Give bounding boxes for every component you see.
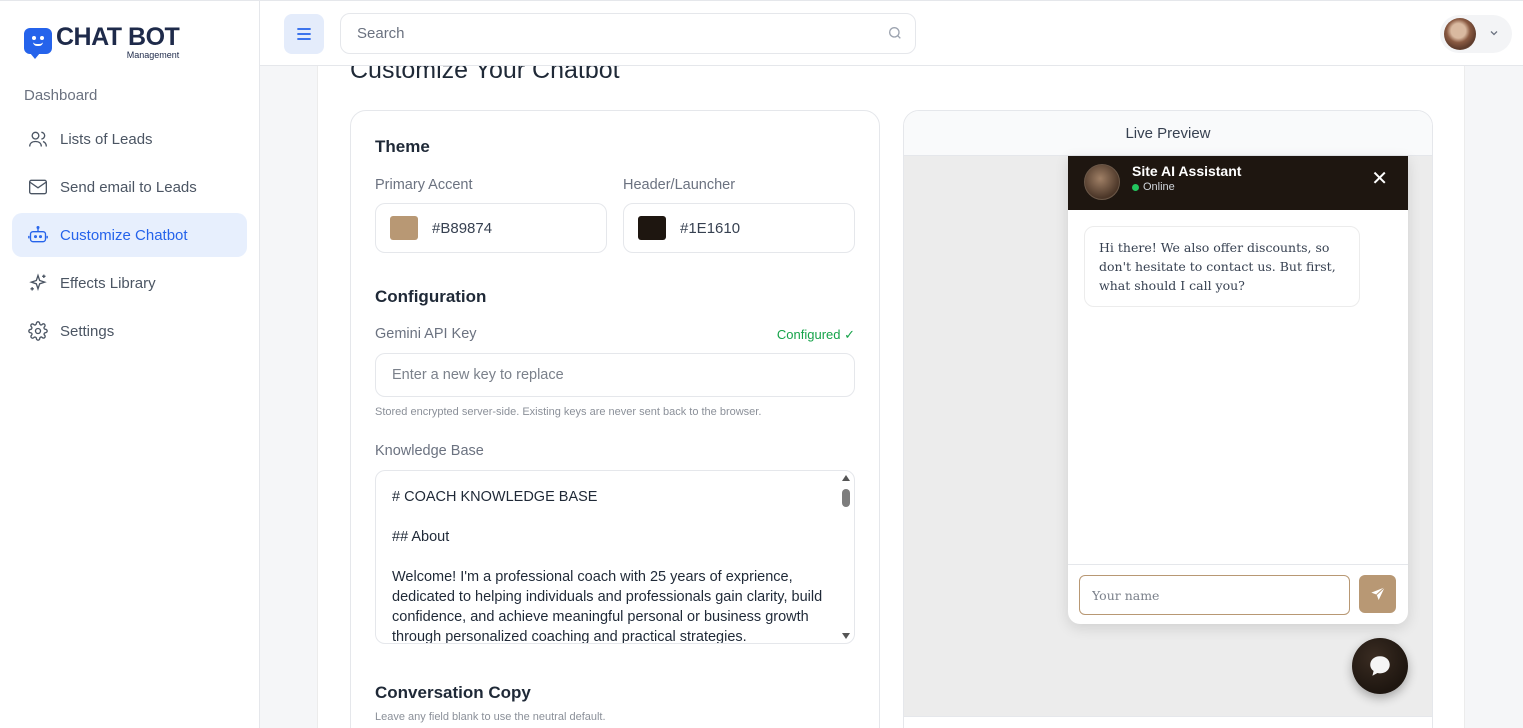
api-key-label: Gemini API Key	[375, 326, 477, 342]
configuration-title: Configuration	[375, 287, 487, 306]
theme-title: Theme	[375, 137, 430, 156]
header-launcher-label: Header/Launcher	[623, 177, 736, 193]
brand-subtitle: Management	[126, 50, 180, 60]
header-color-swatch[interactable]	[638, 216, 666, 240]
settings-card: Theme Primary Accent Header/Launcher #B8…	[350, 110, 880, 728]
preview-footer	[904, 716, 1432, 728]
close-icon[interactable]: ✕	[1371, 169, 1388, 189]
header-color-value[interactable]: #1E1610	[680, 220, 740, 237]
chat-header: Site AI Assistant Online ✕	[1068, 156, 1408, 210]
bot-name: Site AI Assistant	[1132, 163, 1242, 179]
chatbot-logo-icon	[24, 28, 52, 59]
app-logo[interactable]: CHAT BOT Management	[24, 23, 180, 60]
online-dot-icon	[1132, 183, 1139, 191]
scrollbar-thumb[interactable]	[842, 489, 850, 507]
chat-footer	[1068, 564, 1408, 624]
header-launcher-picker[interactable]: #1E1610	[623, 203, 855, 253]
hamburger-icon	[297, 28, 311, 40]
menu-toggle-button[interactable]	[284, 14, 324, 54]
sidebar-item-label: Lists of Leads	[60, 130, 153, 148]
knowledge-base-textarea[interactable]: # COACH KNOWLEDGE BASE ## About Welcome!…	[375, 470, 855, 644]
conversation-copy-title: Conversation Copy	[375, 683, 531, 702]
preview-stage: Site AI Assistant Online ✕ Hi there! We …	[904, 156, 1432, 716]
primary-accent-label: Primary Accent	[375, 177, 473, 193]
avatar	[1444, 18, 1476, 50]
sidebar-item-send-email[interactable]: Send email to Leads	[12, 165, 247, 209]
chevron-down-icon	[1490, 31, 1498, 36]
sparkles-icon	[29, 273, 47, 291]
brand-title: CHAT BOT	[56, 23, 180, 51]
bot-status-text: Online	[1143, 181, 1175, 193]
sidebar-item-settings[interactable]: Settings	[12, 309, 247, 353]
conversation-copy-hint: Leave any field blank to use the neutral…	[375, 711, 606, 723]
api-key-hint: Stored encrypted server-side. Existing k…	[375, 406, 762, 418]
sidebar-item-lists-of-leads[interactable]: Lists of Leads	[12, 117, 247, 161]
sidebar-item-effects-library[interactable]: Effects Library	[12, 261, 247, 305]
user-menu[interactable]	[1440, 15, 1512, 53]
send-icon	[1370, 586, 1385, 600]
chat-bubble-icon	[1370, 656, 1390, 676]
knowledge-base-text[interactable]: # COACH KNOWLEDGE BASE ## About Welcome!…	[392, 487, 832, 643]
primary-color-value[interactable]: #B89874	[432, 220, 492, 237]
topbar	[260, 0, 1523, 66]
main-content: Customize Your Chatbot Theme Primary Acc…	[260, 66, 1523, 728]
name-input[interactable]	[1079, 575, 1350, 615]
users-icon	[29, 131, 47, 147]
mail-icon	[29, 179, 47, 195]
primary-color-swatch[interactable]	[390, 216, 418, 240]
sidebar-item-customize-chatbot[interactable]: Customize Chatbot	[12, 213, 247, 257]
bot-icon	[28, 226, 48, 243]
live-preview-card: Live Preview Site AI Assistant Online ✕ …	[903, 110, 1433, 728]
scroll-up-arrow[interactable]	[842, 475, 850, 481]
primary-accent-picker[interactable]: #B89874	[375, 203, 607, 253]
gear-icon	[28, 321, 48, 341]
api-key-input[interactable]	[375, 353, 855, 397]
api-key-status: Configured ✓	[776, 327, 855, 342]
bot-status: Online	[1132, 181, 1175, 193]
search-icon[interactable]	[887, 25, 903, 41]
scroll-down-arrow[interactable]	[842, 633, 850, 639]
nav-section-dashboard[interactable]: Dashboard	[24, 87, 97, 104]
page-title: Customize Your Chatbot	[350, 66, 620, 84]
live-preview-title: Live Preview	[904, 111, 1432, 156]
bot-greeting-message: Hi there! We also offer discounts, so do…	[1084, 226, 1360, 307]
sidebar: CHAT BOT Management Dashboard Lists of L…	[0, 0, 260, 728]
sidebar-item-label: Send email to Leads	[60, 178, 197, 196]
chat-window: Site AI Assistant Online ✕ Hi there! We …	[1068, 156, 1408, 624]
search-input[interactable]	[340, 13, 916, 54]
sidebar-nav: Lists of Leads Send email to Leads Custo…	[12, 117, 247, 357]
send-button[interactable]	[1359, 575, 1396, 613]
chat-launcher-button[interactable]	[1352, 638, 1408, 694]
sidebar-item-label: Effects Library	[60, 274, 156, 292]
sidebar-item-label: Customize Chatbot	[60, 226, 188, 244]
bot-avatar	[1084, 164, 1120, 200]
sidebar-item-label: Settings	[60, 322, 115, 340]
knowledge-base-label: Knowledge Base	[375, 443, 484, 459]
content-panel: Customize Your Chatbot Theme Primary Acc…	[317, 66, 1465, 728]
